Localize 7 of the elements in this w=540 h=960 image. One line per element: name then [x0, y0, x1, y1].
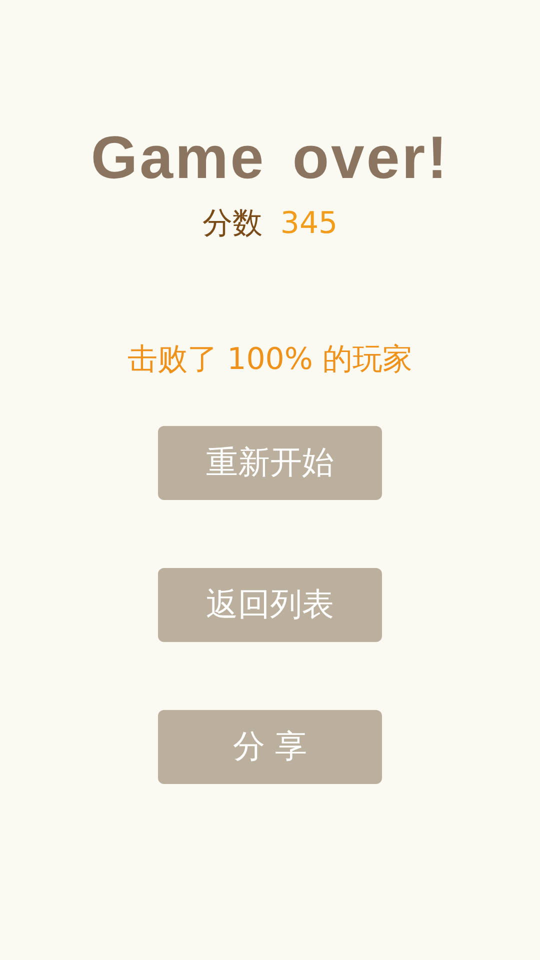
- menu-button[interactable]: 返回列表: [158, 568, 382, 642]
- result-text: 击败了 100% 的玩家: [128, 341, 412, 379]
- score-label: 分数: [202, 205, 262, 243]
- game-over-title: Game over!: [90, 123, 450, 193]
- menu-button[interactable]: 分 享: [158, 710, 382, 784]
- menu-button[interactable]: 重新开始: [158, 426, 382, 500]
- score-value: 345: [280, 205, 338, 243]
